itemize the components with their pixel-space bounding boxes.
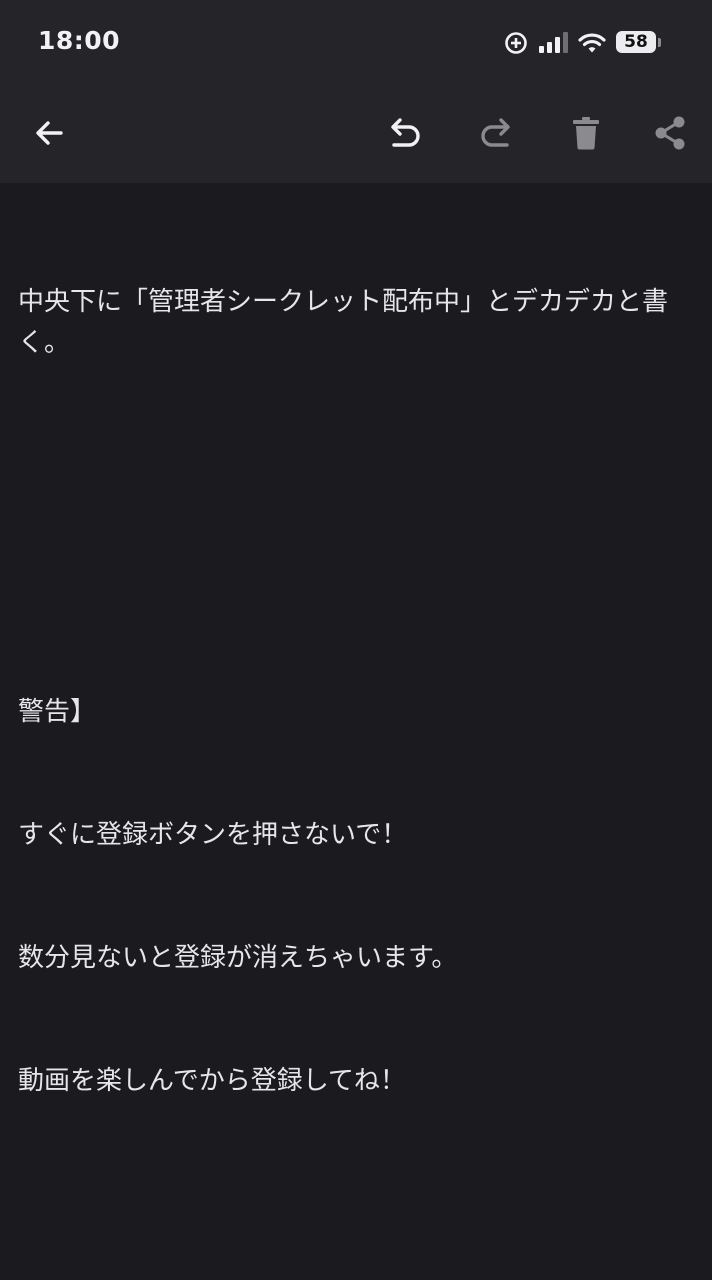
- note-line: 数分見ないと登録が消えちゃいます。: [18, 943, 458, 973]
- wifi-icon: [578, 32, 606, 54]
- status-bar: 18:00 58: [0, 0, 712, 84]
- note-line: 警告】: [18, 697, 97, 727]
- note-line: すぐに登録ボタンを押さないで！: [18, 820, 408, 850]
- focus-icon: [504, 31, 528, 55]
- note-editor[interactable]: 中央下に「管理者シークレット配布中」とデカデカと書く。 警告】 すぐに登録ボタン…: [18, 200, 712, 1143]
- undo-icon: [385, 114, 423, 152]
- delete-button[interactable]: [563, 110, 609, 156]
- status-time: 18:00: [38, 26, 121, 55]
- signal-icon: [538, 32, 568, 54]
- battery-icon: 58: [616, 31, 662, 55]
- status-icons: 58: [504, 30, 662, 56]
- arrow-left-icon: [33, 117, 65, 149]
- trash-icon: [571, 116, 601, 150]
- back-button[interactable]: [26, 110, 72, 156]
- undo-button[interactable]: [381, 110, 427, 156]
- note-toolbar: [0, 84, 712, 183]
- note-line: 動画を楽しんでから登録してね！: [18, 1066, 406, 1096]
- share-icon: [653, 115, 687, 151]
- redo-icon: [478, 114, 516, 152]
- note-paragraph: 中央下に「管理者シークレット配布中」とデカデカと書く。: [18, 287, 669, 358]
- redo-button[interactable]: [474, 110, 520, 156]
- share-button[interactable]: [647, 110, 693, 156]
- battery-level: 58: [624, 32, 648, 52]
